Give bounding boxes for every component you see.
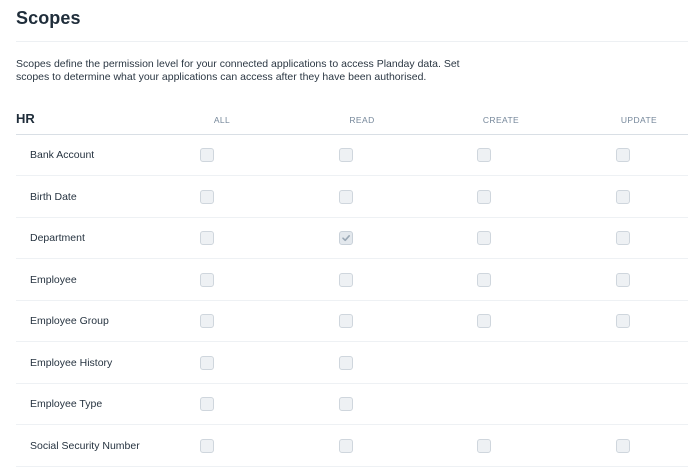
create-scope-checkbox[interactable]: [477, 272, 491, 287]
row-label: Employee: [30, 273, 77, 286]
row-label: Employee Type: [30, 398, 103, 410]
update-scope-checkbox[interactable]: [616, 314, 630, 328]
row-label: Department: [30, 232, 85, 244]
read-scope-checkbox[interactable]: [339, 231, 353, 245]
table-row: Employee Group: [16, 301, 688, 342]
all-scope-checkbox[interactable]: [200, 314, 214, 328]
all-scope-checkbox[interactable]: [200, 272, 214, 287]
read-scope-checkbox[interactable]: [339, 355, 353, 370]
section-title-hr: HR: [16, 111, 35, 126]
create-scope-checkbox[interactable]: [477, 231, 491, 245]
checkmark-icon: [342, 235, 350, 242]
read-scope-checkbox[interactable]: [339, 438, 353, 453]
update-scope-checkbox[interactable]: [616, 148, 630, 162]
read-scope-checkbox[interactable]: [339, 272, 353, 287]
column-header-read: READ: [349, 115, 375, 125]
all-scope-checkbox[interactable]: [200, 231, 214, 245]
all-scope-checkbox[interactable]: [200, 355, 214, 370]
title-divider: [16, 41, 688, 42]
update-scope-checkbox[interactable]: [616, 438, 630, 453]
row-label: Bank Account: [30, 149, 95, 161]
page-description: Scopes define the permission level for y…: [16, 58, 460, 83]
table-row: Employee: [16, 260, 688, 301]
create-scope-checkbox[interactable]: [477, 438, 491, 453]
update-scope-checkbox[interactable]: [616, 272, 630, 287]
table-row: Employee Type: [16, 384, 688, 425]
table-row: Department: [16, 218, 688, 259]
read-scope-checkbox[interactable]: [339, 189, 353, 204]
all-scope-checkbox[interactable]: [200, 397, 214, 411]
row-label: Birth Date: [30, 190, 77, 203]
table-row: Employee History: [16, 343, 688, 384]
read-scope-checkbox[interactable]: [339, 314, 353, 328]
row-label: Employee History: [30, 356, 113, 369]
read-scope-checkbox[interactable]: [339, 148, 353, 162]
create-scope-checkbox[interactable]: [477, 189, 491, 204]
create-scope-checkbox[interactable]: [477, 148, 491, 162]
update-scope-checkbox[interactable]: [616, 231, 630, 245]
create-scope-checkbox[interactable]: [477, 314, 491, 328]
table-row: Birth Date: [16, 177, 688, 218]
all-scope-checkbox[interactable]: [200, 438, 214, 453]
update-scope-checkbox[interactable]: [616, 189, 630, 204]
row-label: Employee Group: [30, 315, 109, 327]
all-scope-checkbox[interactable]: [200, 148, 214, 162]
row-label: Social Security Number: [30, 439, 140, 452]
column-header-update: UPDATE: [620, 115, 658, 125]
read-scope-checkbox[interactable]: [339, 397, 353, 411]
all-scope-checkbox[interactable]: [200, 189, 214, 204]
page-title: Scopes: [16, 8, 81, 28]
column-header-create: CREATE: [482, 115, 520, 125]
column-header-all: ALL: [213, 115, 231, 125]
table-row: Social Security Number: [16, 426, 688, 467]
table-row: Bank Account: [16, 135, 688, 176]
